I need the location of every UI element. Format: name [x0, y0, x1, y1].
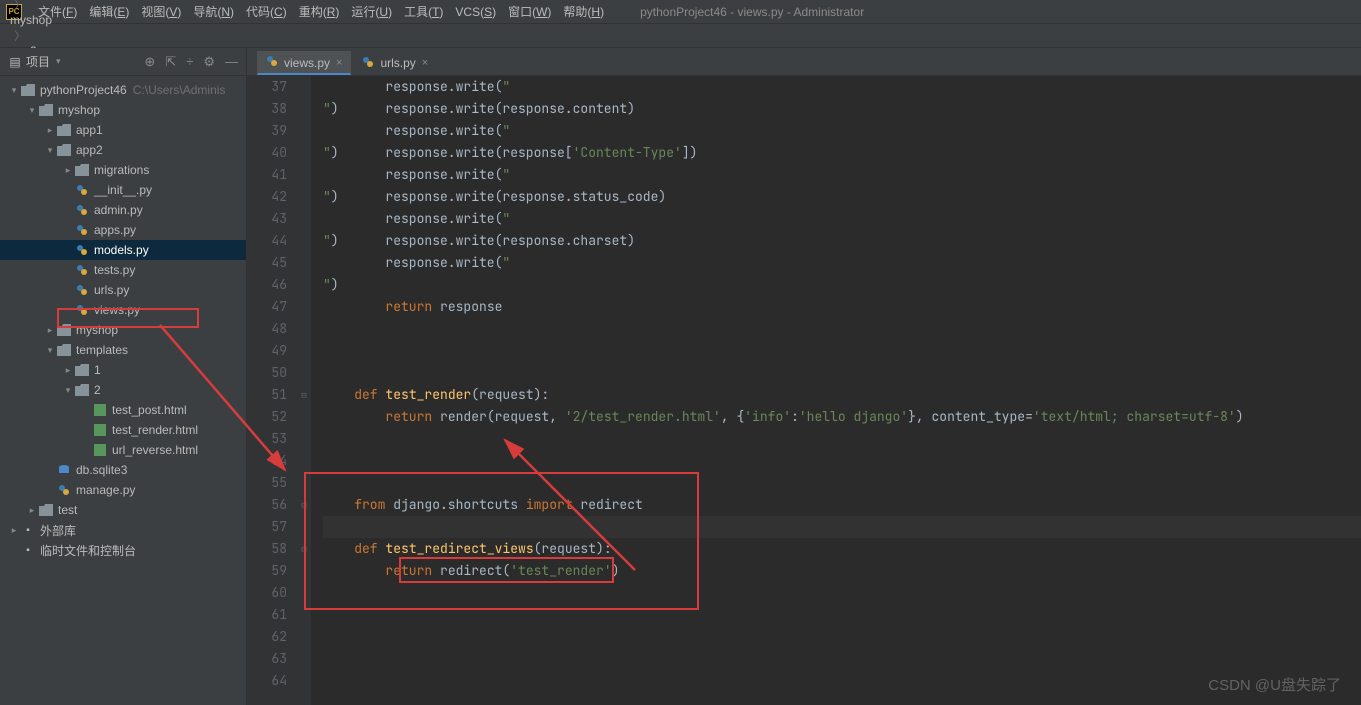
project-sidebar: ▤ 项目 ▾ ⊕ ⇱ ÷ ⚙ — ▾pythonProject46C:\User… — [0, 48, 247, 705]
tree-item[interactable]: __init__.py — [0, 180, 246, 200]
tree-item[interactable]: ▾2 — [0, 380, 246, 400]
menu-item[interactable]: 重构(R) — [293, 5, 346, 19]
window-title: pythonProject46 - views.py - Administrat… — [640, 5, 864, 19]
tree-item[interactable]: ▸▪外部库 — [0, 520, 246, 540]
tree-item[interactable]: ▾templates — [0, 340, 246, 360]
breadcrumb-item[interactable]: myshop — [10, 13, 97, 27]
html-icon — [92, 422, 108, 438]
folder-icon — [20, 82, 36, 98]
py-icon — [74, 202, 90, 218]
project-icon: ▤ — [8, 55, 22, 69]
menu-item[interactable]: 运行(U) — [345, 5, 398, 19]
divide-icon[interactable]: ÷ — [186, 54, 193, 70]
watermark: CSDN @U盘失踪了 — [1208, 674, 1341, 695]
code-content[interactable]: response.write("") response.write(respon… — [311, 76, 1361, 705]
menu-item[interactable]: 代码(C) — [240, 5, 293, 19]
editor-area: views.py×urls.py× 3738394041424344454647… — [247, 48, 1361, 705]
tree-item[interactable]: apps.py — [0, 220, 246, 240]
html-icon — [92, 402, 108, 418]
editor-tabs: views.py×urls.py× — [247, 48, 1361, 76]
settings-icon[interactable]: ⚙ — [203, 54, 215, 70]
tree-item[interactable]: models.py — [0, 240, 246, 260]
menu-item[interactable]: VCS(S) — [449, 5, 502, 19]
editor-tab[interactable]: views.py× — [257, 51, 351, 75]
tree-item[interactable]: test_render.html — [0, 420, 246, 440]
menu-item[interactable]: 帮助(H) — [557, 5, 610, 19]
tree-item[interactable]: ▪临时文件和控制台 — [0, 540, 246, 560]
select-opened-file-icon[interactable]: ⊕ — [144, 54, 155, 70]
hide-icon[interactable]: — — [225, 54, 238, 70]
sidebar-header: ▤ 项目 ▾ ⊕ ⇱ ÷ ⚙ — — [0, 48, 246, 76]
folder-icon — [38, 102, 54, 118]
breadcrumb: pythonProject46〉myshop〉app2〉● views.py — [0, 24, 1361, 48]
folder-icon — [56, 142, 72, 158]
tree-item[interactable]: ▸test — [0, 500, 246, 520]
py-icon — [74, 182, 90, 198]
tree-item[interactable]: ▸app1 — [0, 120, 246, 140]
menu-item[interactable]: 工具(T) — [398, 5, 449, 19]
close-icon[interactable]: × — [336, 57, 342, 69]
tree-item[interactable]: url_reverse.html — [0, 440, 246, 460]
fold-gutter: ⊟⊟⊟ — [297, 76, 311, 705]
folder-icon — [56, 322, 72, 338]
editor-tab[interactable]: urls.py× — [353, 51, 437, 75]
tree-item[interactable]: admin.py — [0, 200, 246, 220]
lib-icon: ▪ — [20, 522, 36, 538]
py-icon — [74, 242, 90, 258]
folder-icon — [74, 362, 90, 378]
folder-icon — [56, 122, 72, 138]
tree-item[interactable]: ▾app2 — [0, 140, 246, 160]
code-editor[interactable]: 3738394041424344454647484950515253545556… — [247, 76, 1361, 705]
tree-item[interactable]: ▾myshop — [0, 100, 246, 120]
py-icon — [266, 55, 278, 70]
tree-item[interactable]: ▸1 — [0, 360, 246, 380]
tree-item[interactable]: ▸migrations — [0, 160, 246, 180]
tree-item[interactable]: ▾pythonProject46C:\Users\Adminis — [0, 80, 246, 100]
tree-item[interactable]: db.sqlite3 — [0, 460, 246, 480]
menu-item[interactable]: 视图(V) — [135, 5, 187, 19]
line-number-gutter: 3738394041424344454647484950515253545556… — [247, 76, 297, 705]
folder-icon — [74, 382, 90, 398]
py-icon — [56, 482, 72, 498]
py-icon — [74, 302, 90, 318]
folder-icon — [74, 162, 90, 178]
scratch-icon: ▪ — [20, 542, 36, 558]
menu-bar: PC 文件(F)编辑(E)视图(V)导航(N)代码(C)重构(R)运行(U)工具… — [0, 0, 1361, 24]
html-icon — [92, 442, 108, 458]
folder-icon — [38, 502, 54, 518]
tree-item[interactable]: views.py — [0, 300, 246, 320]
tree-item[interactable]: ▸myshop — [0, 320, 246, 340]
py-icon — [74, 262, 90, 278]
py-icon — [74, 282, 90, 298]
menu-item[interactable]: 窗口(W) — [502, 5, 557, 19]
project-panel-label[interactable]: ▤ 项目 ▾ — [8, 53, 61, 70]
db-icon — [56, 462, 72, 478]
tree-item[interactable]: test_post.html — [0, 400, 246, 420]
tree-item[interactable]: tests.py — [0, 260, 246, 280]
tree-item[interactable]: urls.py — [0, 280, 246, 300]
project-tree[interactable]: ▾pythonProject46C:\Users\Adminis▾myshop▸… — [0, 76, 246, 705]
collapse-all-icon[interactable]: ⇱ — [165, 54, 176, 70]
tree-item[interactable]: manage.py — [0, 480, 246, 500]
py-icon — [74, 222, 90, 238]
py-icon — [362, 56, 374, 71]
menu-item[interactable]: 导航(N) — [187, 5, 240, 19]
folder-icon — [56, 342, 72, 358]
close-icon[interactable]: × — [422, 57, 428, 69]
